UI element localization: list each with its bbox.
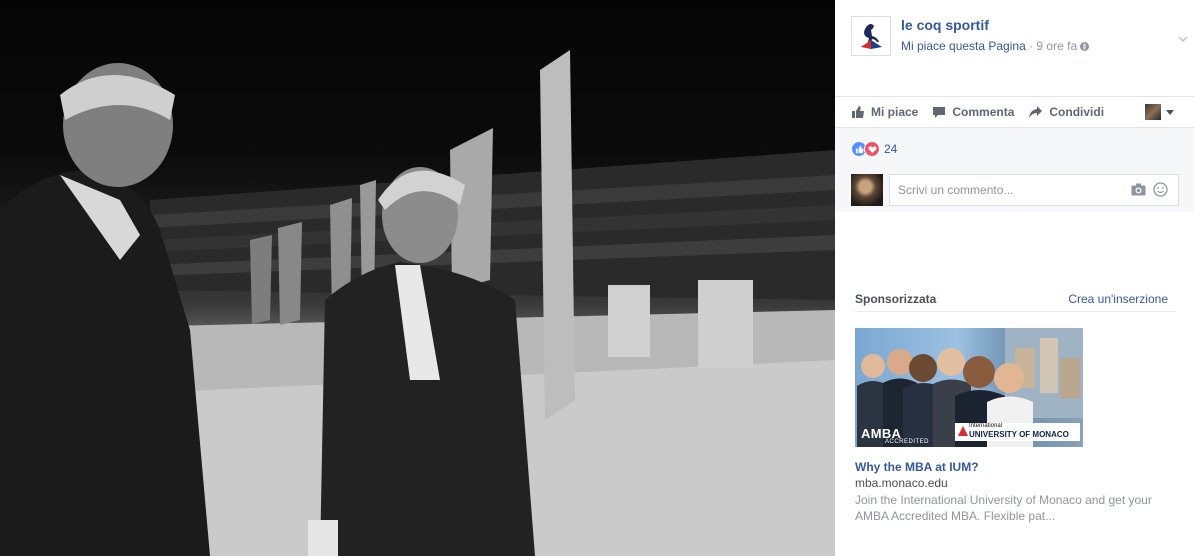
ium-logo-line1: International	[969, 423, 1003, 429]
post-actions-bar: Mi piace Commenta Condividi	[835, 96, 1194, 127]
ad-image[interactable]: AMBA ACCREDITED International UNIVERSITY…	[855, 328, 1083, 447]
like-label: Mi piace	[871, 105, 919, 119]
stadium-photo	[0, 50, 835, 556]
share-button[interactable]: Condividi	[1028, 105, 1104, 119]
ium-mark-icon	[958, 426, 968, 436]
comment-button[interactable]: Commenta	[932, 105, 1014, 119]
ium-logo-line2: UNIVERSITY OF MONACO	[969, 430, 1069, 439]
post-side-panel: le coq sportif Mi piace questa Pagina · …	[835, 0, 1194, 556]
chevron-down-icon[interactable]	[1178, 34, 1188, 44]
rooster-logo-icon	[861, 24, 882, 49]
share-label: Condividi	[1049, 105, 1105, 119]
ium-logo: International UNIVERSITY OF MONACO	[955, 423, 1080, 441]
viewer-avatar	[1145, 104, 1161, 120]
like-button[interactable]: Mi piace	[851, 105, 918, 119]
post-header: le coq sportif Mi piace questa Pagina · …	[851, 16, 1191, 56]
globe-icon	[1080, 42, 1090, 51]
post-photo[interactable]	[0, 0, 835, 556]
amba-accredited-text: ACCREDITED	[885, 439, 930, 445]
ad-description: Join the International University of Mon…	[855, 493, 1152, 523]
ad-domain: mba.monaco.edu	[855, 476, 948, 490]
post-timestamp[interactable]: 9 ore fa	[1036, 39, 1077, 53]
page-avatar[interactable]	[851, 16, 891, 56]
reactions-summary[interactable]: 24	[851, 141, 897, 157]
post-as-selector[interactable]	[1145, 104, 1174, 120]
emoji-icon[interactable]	[1153, 182, 1168, 197]
comment-label: Commenta	[952, 105, 1015, 119]
love-reaction-icon	[864, 141, 880, 157]
caret-down-icon	[1166, 109, 1174, 115]
reaction-count: 24	[884, 142, 898, 156]
sponsored-title: Sponsorizzata	[855, 292, 937, 306]
ad-headline-link[interactable]: Why the MBA at IUM?	[855, 460, 979, 474]
engagement-area: 24	[835, 127, 1194, 212]
sponsored-header: Sponsorizzata Crea un'inserzione	[855, 292, 1176, 312]
meta-separator: ·	[1025, 39, 1037, 53]
share-arrow-icon	[1029, 106, 1043, 118]
ad-logo-strip: AMBA ACCREDITED International UNIVERSITY…	[855, 419, 1083, 447]
commenter-avatar	[851, 174, 883, 206]
comment-composer	[851, 174, 1179, 206]
post-meta: Mi piace questa Pagina · 9 ore fa	[901, 39, 1090, 53]
like-page-link[interactable]: Mi piace questa Pagina	[901, 39, 1026, 53]
thumbs-up-icon	[852, 106, 864, 118]
speech-bubble-icon	[933, 107, 946, 118]
camera-icon[interactable]	[1131, 183, 1146, 196]
page-name-link[interactable]: le coq sportif	[901, 17, 989, 33]
create-ad-link[interactable]: Crea un'inserzione	[1068, 292, 1168, 306]
